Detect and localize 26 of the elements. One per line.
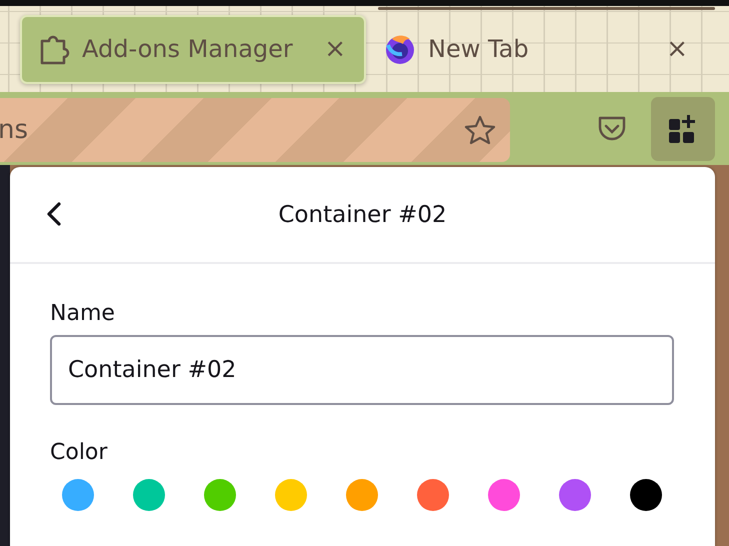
pocket-icon[interactable]	[597, 114, 627, 142]
browser-tab[interactable]: New Tab ×	[366, 14, 706, 84]
color-swatch[interactable]	[630, 479, 662, 511]
globe-icon	[384, 33, 416, 65]
extensions-button[interactable]	[651, 96, 715, 160]
color-swatch[interactable]	[62, 479, 94, 511]
color-swatch[interactable]	[488, 479, 520, 511]
color-swatch[interactable]	[559, 479, 591, 511]
star-icon[interactable]	[464, 114, 496, 144]
color-swatch[interactable]	[275, 479, 307, 511]
name-field[interactable]: Container #02	[50, 335, 674, 405]
browser-tab[interactable]: Add-ons Manager ×	[20, 14, 366, 84]
puzzle-icon	[40, 33, 70, 65]
field-label: Color	[50, 440, 108, 465]
field-label: Name	[50, 301, 116, 326]
color-swatch[interactable]	[133, 479, 165, 511]
back-icon	[46, 201, 62, 227]
color-swatch[interactable]	[204, 479, 236, 511]
close-button[interactable]: ×	[666, 34, 688, 64]
close-button[interactable]: ×	[324, 34, 346, 64]
back-button[interactable]	[46, 201, 62, 227]
panel-title: Container #02	[278, 202, 447, 228]
extensions-icon	[668, 114, 698, 144]
color-swatch[interactable]	[417, 479, 449, 511]
address-bar[interactable]: ns	[0, 98, 510, 162]
color-swatch[interactable]	[346, 479, 378, 511]
